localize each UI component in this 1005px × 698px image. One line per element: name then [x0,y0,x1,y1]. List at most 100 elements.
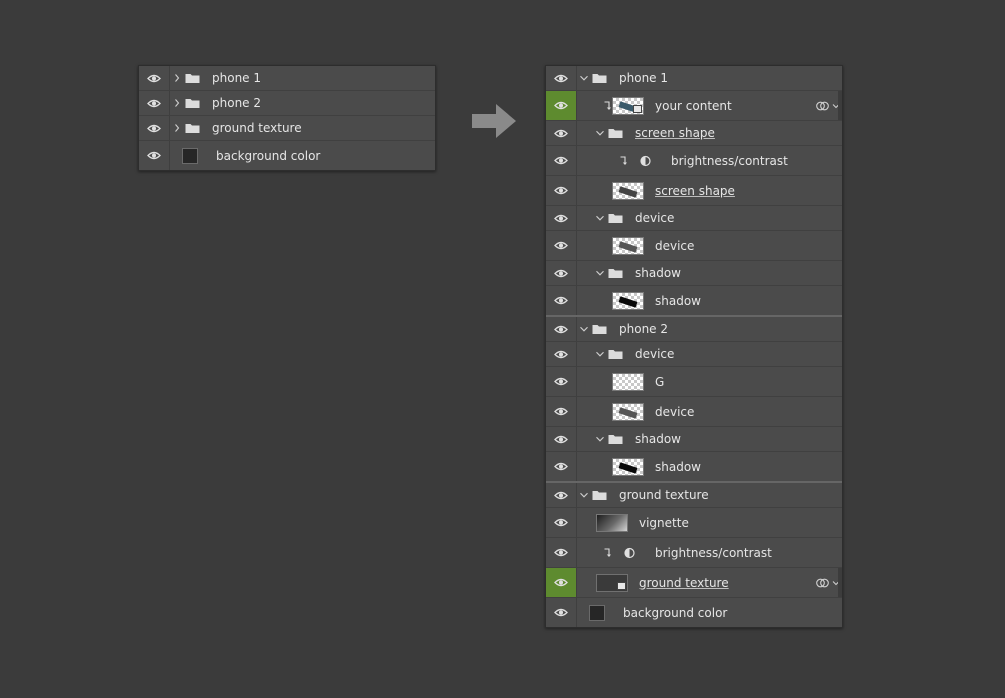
clip-arrow-icon [604,100,611,110]
layer-row-phone-2[interactable]: phone 2 [139,91,435,116]
eye-icon [147,74,161,82]
layer-name: shadow [635,432,681,446]
chevron-right-icon[interactable] [174,98,180,108]
layer-name: screen shape [635,126,715,140]
eye-icon [554,101,568,110]
layer-row-shadow-group[interactable]: shadow [546,427,842,452]
visibility-toggle[interactable] [546,176,577,205]
layer-thumbnail [612,402,644,421]
scrollbar[interactable] [838,568,842,597]
eye-icon [554,296,568,305]
layer-name: G [655,374,665,389]
layer-row-shadow[interactable]: shadow [546,286,842,317]
layer-row-shadow[interactable]: shadow [546,452,842,483]
visibility-toggle[interactable] [546,483,577,507]
layer-row-shadow-group[interactable]: shadow [546,261,842,286]
layer-name: brightness/contrast [671,153,788,168]
link-icon[interactable] [816,577,829,588]
layer-row-screen-shape-group[interactable]: screen shape [546,121,842,146]
layer-row-your-content[interactable]: your content [546,91,842,121]
layer-row-ground-texture[interactable]: ground texture [139,116,435,141]
chevron-down-icon[interactable] [579,326,589,332]
layer-row-background-color[interactable]: background color [546,598,842,627]
color-fill-thumbnail [589,604,605,621]
visibility-toggle[interactable] [546,146,577,175]
layer-thumbnail [612,181,644,200]
layer-row-device[interactable]: device [546,397,842,427]
visibility-toggle[interactable] [546,342,577,366]
layer-row-phone-1-group[interactable]: phone 1 [546,66,842,91]
visibility-toggle[interactable] [139,141,170,170]
chevron-down-icon[interactable] [595,270,605,276]
visibility-toggle[interactable] [139,116,170,140]
arrow-right-icon [472,104,516,138]
layer-name: phone 2 [212,96,262,110]
chevron-down-icon[interactable] [579,75,589,81]
layer-row-device[interactable]: device [546,231,842,261]
visibility-toggle[interactable] [546,231,577,260]
visibility-toggle[interactable] [546,427,577,451]
layer-row-device-group[interactable]: device [546,342,842,367]
visibility-toggle[interactable] [546,508,577,537]
eye-icon [554,156,568,165]
chevron-down-icon[interactable] [595,351,605,357]
visibility-toggle[interactable] [546,452,577,481]
chevron-down-icon[interactable] [579,492,589,498]
folder-icon [608,269,623,278]
eye-icon [554,578,568,587]
layer-row-brightness-contrast[interactable]: brightness/contrast [546,538,842,568]
chevron-down-icon[interactable] [595,436,605,442]
layer-name: ground texture [639,575,729,590]
layer-row-device-group[interactable]: device [546,206,842,231]
visibility-toggle[interactable] [546,397,577,426]
visibility-toggle[interactable] [546,206,577,230]
layer-row-ground-texture-group[interactable]: ground texture [546,483,842,508]
visibility-toggle[interactable] [546,317,577,341]
visibility-toggle[interactable] [546,121,577,145]
visibility-toggle[interactable] [546,598,577,627]
visibility-toggle[interactable] [139,91,170,115]
layer-name: background color [623,605,728,620]
color-fill-thumbnail [182,147,198,164]
chevron-right-icon[interactable] [174,123,180,133]
layer-thumbnail [612,291,644,310]
visibility-toggle[interactable] [546,261,577,285]
folder-icon [608,129,623,138]
chevron-down-icon[interactable] [595,215,605,221]
folder-icon [592,325,607,334]
layer-row-phone-1[interactable]: phone 1 [139,66,435,91]
visibility-toggle[interactable] [546,91,577,120]
eye-icon [554,325,568,333]
chevron-down-icon[interactable] [595,130,605,136]
folder-icon [185,124,200,133]
layer-row-background-color[interactable]: background color [139,141,435,170]
eye-icon [554,350,568,358]
link-icon[interactable] [816,100,829,111]
layer-row-brightness-contrast[interactable]: brightness/contrast [546,146,842,176]
layer-name: ground texture [212,121,302,135]
eye-icon [554,241,568,250]
layer-row-screen-shape[interactable]: screen shape [546,176,842,206]
shadow-silhouette [618,461,638,474]
layer-row-ground-texture[interactable]: ground texture [546,568,842,598]
layer-row-phone-2-group[interactable]: phone 2 [546,317,842,342]
eye-icon [554,269,568,277]
folder-icon [608,350,623,359]
scrollbar[interactable] [838,91,842,120]
visibility-toggle[interactable] [546,286,577,315]
folder-icon [592,74,607,83]
shadow-silhouette [618,295,638,308]
visibility-toggle[interactable] [139,66,170,90]
layer-name: ground texture [619,488,709,502]
layer-row-vignette[interactable]: vignette [546,508,842,538]
layer-row-g[interactable]: G [546,367,842,397]
layer-name: background color [216,148,321,163]
visibility-toggle[interactable] [546,538,577,567]
visibility-toggle[interactable] [546,568,577,597]
visibility-toggle[interactable] [546,66,577,90]
chevron-right-icon[interactable] [174,73,180,83]
layer-name: phone 1 [619,71,669,85]
layers-panel-collapsed: phone 1 phone 2 ground texture backgroun… [138,65,436,171]
layer-name: your content [655,98,732,113]
visibility-toggle[interactable] [546,367,577,396]
